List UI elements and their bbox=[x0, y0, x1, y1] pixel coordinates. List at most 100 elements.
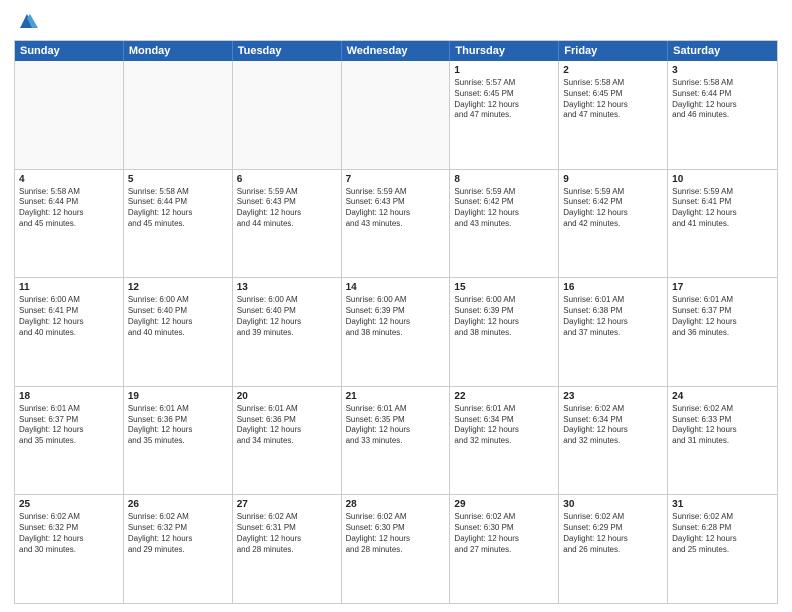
calendar-cell bbox=[233, 61, 342, 169]
day-number: 16 bbox=[563, 281, 663, 294]
page: SundayMondayTuesdayWednesdayThursdayFrid… bbox=[0, 0, 792, 612]
calendar-cell: 10Sunrise: 5:59 AM Sunset: 6:41 PM Dayli… bbox=[668, 170, 777, 278]
day-number: 8 bbox=[454, 173, 554, 186]
calendar-cell: 29Sunrise: 6:02 AM Sunset: 6:30 PM Dayli… bbox=[450, 495, 559, 603]
day-info: Sunrise: 5:57 AM Sunset: 6:45 PM Dayligh… bbox=[454, 78, 554, 121]
header bbox=[14, 10, 778, 34]
day-number: 28 bbox=[346, 498, 446, 511]
day-info: Sunrise: 5:58 AM Sunset: 6:44 PM Dayligh… bbox=[672, 78, 773, 121]
calendar-cell: 20Sunrise: 6:01 AM Sunset: 6:36 PM Dayli… bbox=[233, 387, 342, 495]
calendar-cell: 17Sunrise: 6:01 AM Sunset: 6:37 PM Dayli… bbox=[668, 278, 777, 386]
day-info: Sunrise: 6:02 AM Sunset: 6:32 PM Dayligh… bbox=[19, 512, 119, 555]
day-number: 13 bbox=[237, 281, 337, 294]
calendar-cell: 4Sunrise: 5:58 AM Sunset: 6:44 PM Daylig… bbox=[15, 170, 124, 278]
header-day-wednesday: Wednesday bbox=[342, 41, 451, 61]
day-number: 18 bbox=[19, 390, 119, 403]
calendar-cell: 22Sunrise: 6:01 AM Sunset: 6:34 PM Dayli… bbox=[450, 387, 559, 495]
day-number: 1 bbox=[454, 64, 554, 77]
day-number: 17 bbox=[672, 281, 773, 294]
header-day-thursday: Thursday bbox=[450, 41, 559, 61]
day-info: Sunrise: 5:59 AM Sunset: 6:43 PM Dayligh… bbox=[346, 187, 446, 230]
calendar-cell bbox=[124, 61, 233, 169]
calendar-cell bbox=[15, 61, 124, 169]
day-info: Sunrise: 6:00 AM Sunset: 6:40 PM Dayligh… bbox=[128, 295, 228, 338]
day-info: Sunrise: 6:02 AM Sunset: 6:33 PM Dayligh… bbox=[672, 404, 773, 447]
calendar-body: 1Sunrise: 5:57 AM Sunset: 6:45 PM Daylig… bbox=[15, 61, 777, 603]
day-info: Sunrise: 6:01 AM Sunset: 6:37 PM Dayligh… bbox=[19, 404, 119, 447]
calendar-cell: 5Sunrise: 5:58 AM Sunset: 6:44 PM Daylig… bbox=[124, 170, 233, 278]
calendar-cell: 19Sunrise: 6:01 AM Sunset: 6:36 PM Dayli… bbox=[124, 387, 233, 495]
day-info: Sunrise: 5:59 AM Sunset: 6:41 PM Dayligh… bbox=[672, 187, 773, 230]
day-info: Sunrise: 5:58 AM Sunset: 6:44 PM Dayligh… bbox=[19, 187, 119, 230]
day-number: 11 bbox=[19, 281, 119, 294]
calendar: SundayMondayTuesdayWednesdayThursdayFrid… bbox=[14, 40, 778, 604]
calendar-cell: 2Sunrise: 5:58 AM Sunset: 6:45 PM Daylig… bbox=[559, 61, 668, 169]
day-number: 7 bbox=[346, 173, 446, 186]
day-info: Sunrise: 6:00 AM Sunset: 6:39 PM Dayligh… bbox=[454, 295, 554, 338]
day-number: 31 bbox=[672, 498, 773, 511]
calendar-cell: 6Sunrise: 5:59 AM Sunset: 6:43 PM Daylig… bbox=[233, 170, 342, 278]
calendar-cell: 30Sunrise: 6:02 AM Sunset: 6:29 PM Dayli… bbox=[559, 495, 668, 603]
day-info: Sunrise: 5:58 AM Sunset: 6:44 PM Dayligh… bbox=[128, 187, 228, 230]
day-number: 9 bbox=[563, 173, 663, 186]
calendar-cell: 24Sunrise: 6:02 AM Sunset: 6:33 PM Dayli… bbox=[668, 387, 777, 495]
day-number: 12 bbox=[128, 281, 228, 294]
calendar-week-3: 11Sunrise: 6:00 AM Sunset: 6:41 PM Dayli… bbox=[15, 278, 777, 387]
day-info: Sunrise: 6:02 AM Sunset: 6:30 PM Dayligh… bbox=[346, 512, 446, 555]
day-number: 29 bbox=[454, 498, 554, 511]
calendar-cell: 7Sunrise: 5:59 AM Sunset: 6:43 PM Daylig… bbox=[342, 170, 451, 278]
calendar-cell bbox=[342, 61, 451, 169]
day-number: 5 bbox=[128, 173, 228, 186]
calendar-header-row: SundayMondayTuesdayWednesdayThursdayFrid… bbox=[15, 41, 777, 61]
calendar-cell: 1Sunrise: 5:57 AM Sunset: 6:45 PM Daylig… bbox=[450, 61, 559, 169]
calendar-cell: 12Sunrise: 6:00 AM Sunset: 6:40 PM Dayli… bbox=[124, 278, 233, 386]
day-info: Sunrise: 6:01 AM Sunset: 6:36 PM Dayligh… bbox=[128, 404, 228, 447]
calendar-cell: 13Sunrise: 6:00 AM Sunset: 6:40 PM Dayli… bbox=[233, 278, 342, 386]
day-info: Sunrise: 6:01 AM Sunset: 6:36 PM Dayligh… bbox=[237, 404, 337, 447]
day-number: 10 bbox=[672, 173, 773, 186]
day-number: 27 bbox=[237, 498, 337, 511]
calendar-cell: 31Sunrise: 6:02 AM Sunset: 6:28 PM Dayli… bbox=[668, 495, 777, 603]
calendar-cell: 16Sunrise: 6:01 AM Sunset: 6:38 PM Dayli… bbox=[559, 278, 668, 386]
day-info: Sunrise: 5:58 AM Sunset: 6:45 PM Dayligh… bbox=[563, 78, 663, 121]
calendar-cell: 9Sunrise: 5:59 AM Sunset: 6:42 PM Daylig… bbox=[559, 170, 668, 278]
day-info: Sunrise: 6:01 AM Sunset: 6:35 PM Dayligh… bbox=[346, 404, 446, 447]
day-number: 4 bbox=[19, 173, 119, 186]
logo-icon bbox=[16, 10, 38, 32]
day-number: 15 bbox=[454, 281, 554, 294]
header-day-monday: Monday bbox=[124, 41, 233, 61]
calendar-cell: 21Sunrise: 6:01 AM Sunset: 6:35 PM Dayli… bbox=[342, 387, 451, 495]
day-number: 23 bbox=[563, 390, 663, 403]
day-number: 19 bbox=[128, 390, 228, 403]
day-number: 2 bbox=[563, 64, 663, 77]
day-info: Sunrise: 6:01 AM Sunset: 6:37 PM Dayligh… bbox=[672, 295, 773, 338]
calendar-cell: 23Sunrise: 6:02 AM Sunset: 6:34 PM Dayli… bbox=[559, 387, 668, 495]
logo bbox=[14, 10, 38, 34]
calendar-cell: 14Sunrise: 6:00 AM Sunset: 6:39 PM Dayli… bbox=[342, 278, 451, 386]
calendar-cell: 11Sunrise: 6:00 AM Sunset: 6:41 PM Dayli… bbox=[15, 278, 124, 386]
day-info: Sunrise: 6:02 AM Sunset: 6:32 PM Dayligh… bbox=[128, 512, 228, 555]
day-info: Sunrise: 6:02 AM Sunset: 6:31 PM Dayligh… bbox=[237, 512, 337, 555]
day-info: Sunrise: 6:01 AM Sunset: 6:34 PM Dayligh… bbox=[454, 404, 554, 447]
calendar-week-4: 18Sunrise: 6:01 AM Sunset: 6:37 PM Dayli… bbox=[15, 387, 777, 496]
calendar-cell: 25Sunrise: 6:02 AM Sunset: 6:32 PM Dayli… bbox=[15, 495, 124, 603]
calendar-cell: 15Sunrise: 6:00 AM Sunset: 6:39 PM Dayli… bbox=[450, 278, 559, 386]
day-info: Sunrise: 6:00 AM Sunset: 6:40 PM Dayligh… bbox=[237, 295, 337, 338]
day-info: Sunrise: 6:02 AM Sunset: 6:30 PM Dayligh… bbox=[454, 512, 554, 555]
header-day-sunday: Sunday bbox=[15, 41, 124, 61]
day-info: Sunrise: 6:02 AM Sunset: 6:34 PM Dayligh… bbox=[563, 404, 663, 447]
day-number: 20 bbox=[237, 390, 337, 403]
day-number: 22 bbox=[454, 390, 554, 403]
header-day-tuesday: Tuesday bbox=[233, 41, 342, 61]
day-info: Sunrise: 6:00 AM Sunset: 6:39 PM Dayligh… bbox=[346, 295, 446, 338]
calendar-cell: 26Sunrise: 6:02 AM Sunset: 6:32 PM Dayli… bbox=[124, 495, 233, 603]
day-number: 21 bbox=[346, 390, 446, 403]
calendar-cell: 18Sunrise: 6:01 AM Sunset: 6:37 PM Dayli… bbox=[15, 387, 124, 495]
day-info: Sunrise: 5:59 AM Sunset: 6:42 PM Dayligh… bbox=[454, 187, 554, 230]
calendar-cell: 28Sunrise: 6:02 AM Sunset: 6:30 PM Dayli… bbox=[342, 495, 451, 603]
day-number: 26 bbox=[128, 498, 228, 511]
day-info: Sunrise: 6:02 AM Sunset: 6:29 PM Dayligh… bbox=[563, 512, 663, 555]
calendar-cell: 3Sunrise: 5:58 AM Sunset: 6:44 PM Daylig… bbox=[668, 61, 777, 169]
calendar-cell: 27Sunrise: 6:02 AM Sunset: 6:31 PM Dayli… bbox=[233, 495, 342, 603]
day-number: 14 bbox=[346, 281, 446, 294]
